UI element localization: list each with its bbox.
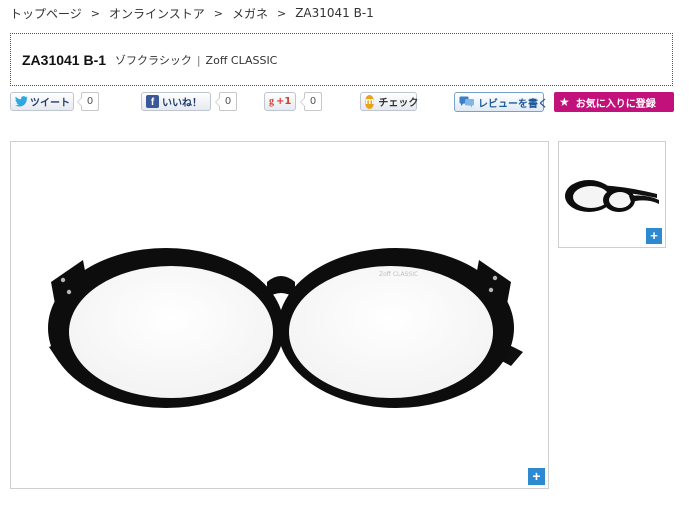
speech-bubble-icon (459, 96, 475, 108)
tweet-button[interactable]: ツイート (10, 92, 74, 111)
star-icon: ★ (559, 95, 570, 109)
breadcrumb-separator: > (213, 6, 223, 20)
product-code: ZA31041 B-1 (22, 51, 107, 68)
add-to-favorites-button[interactable]: ★ お気に入りに登録 (554, 92, 674, 112)
like-button[interactable]: f いいね！ (141, 92, 211, 111)
breadcrumb-item-top[interactable]: トップページ (10, 5, 82, 22)
google-plus-icon: g (269, 96, 274, 107)
breadcrumb-item-glasses[interactable]: メガネ (232, 5, 268, 22)
write-review-button[interactable]: レビューを書く (454, 92, 548, 112)
zoom-thumbnail-button[interactable]: + (646, 228, 662, 244)
series-separator: | (196, 53, 201, 67)
breadcrumb-item-current: ZA31041 B-1 (295, 6, 374, 20)
facebook-f-icon: f (146, 95, 159, 108)
mixi-check-button[interactable]: m チェック (360, 92, 419, 111)
temple-print: Zoff CLASSIC (379, 271, 418, 278)
twitter-bird-icon (15, 96, 28, 107)
breadcrumb-separator: > (276, 6, 287, 20)
product-series-jp: ゾフクラシック (115, 53, 192, 67)
breadcrumb-item-online-store[interactable]: オンラインストア (109, 5, 205, 22)
product-series-en: Zoff CLASSIC (205, 53, 278, 67)
breadcrumb: トップページ > オンラインストア > メガネ > ZA31041 B-1 (10, 5, 374, 21)
tweet-label: ツイート (30, 98, 70, 109)
product-series: ゾフクラシック | Zoff CLASSIC (115, 52, 277, 68)
check-label: チェック (378, 98, 419, 109)
product-thumbnail[interactable]: + (558, 141, 666, 248)
gplus-count: 0 (300, 92, 322, 111)
google-plus-button[interactable]: g +1 (264, 92, 296, 111)
main-product-image[interactable]: Zoff CLASSIC + (10, 141, 549, 489)
breadcrumb-separator: > (90, 6, 100, 20)
tweet-count: 0 (77, 92, 99, 111)
review-label: レビューを書く (478, 98, 548, 110)
gplus-label: +1 (276, 96, 292, 107)
glasses-photo: Zoff CLASSIC (48, 248, 523, 408)
social-buttons-row: ツイート 0 f いいね！ 0 g +1 0 m チェック レビューを書く ★ … (10, 92, 676, 114)
like-label: いいね！ (162, 98, 202, 109)
favorite-label: お気に入りに登録 (575, 98, 656, 110)
mixi-check-icon: m (365, 94, 375, 109)
product-title-box: ZA31041 B-1 ゾフクラシック | Zoff CLASSIC (10, 33, 673, 86)
zoom-main-image-button[interactable]: + (528, 468, 545, 485)
like-count: 0 (215, 92, 237, 111)
